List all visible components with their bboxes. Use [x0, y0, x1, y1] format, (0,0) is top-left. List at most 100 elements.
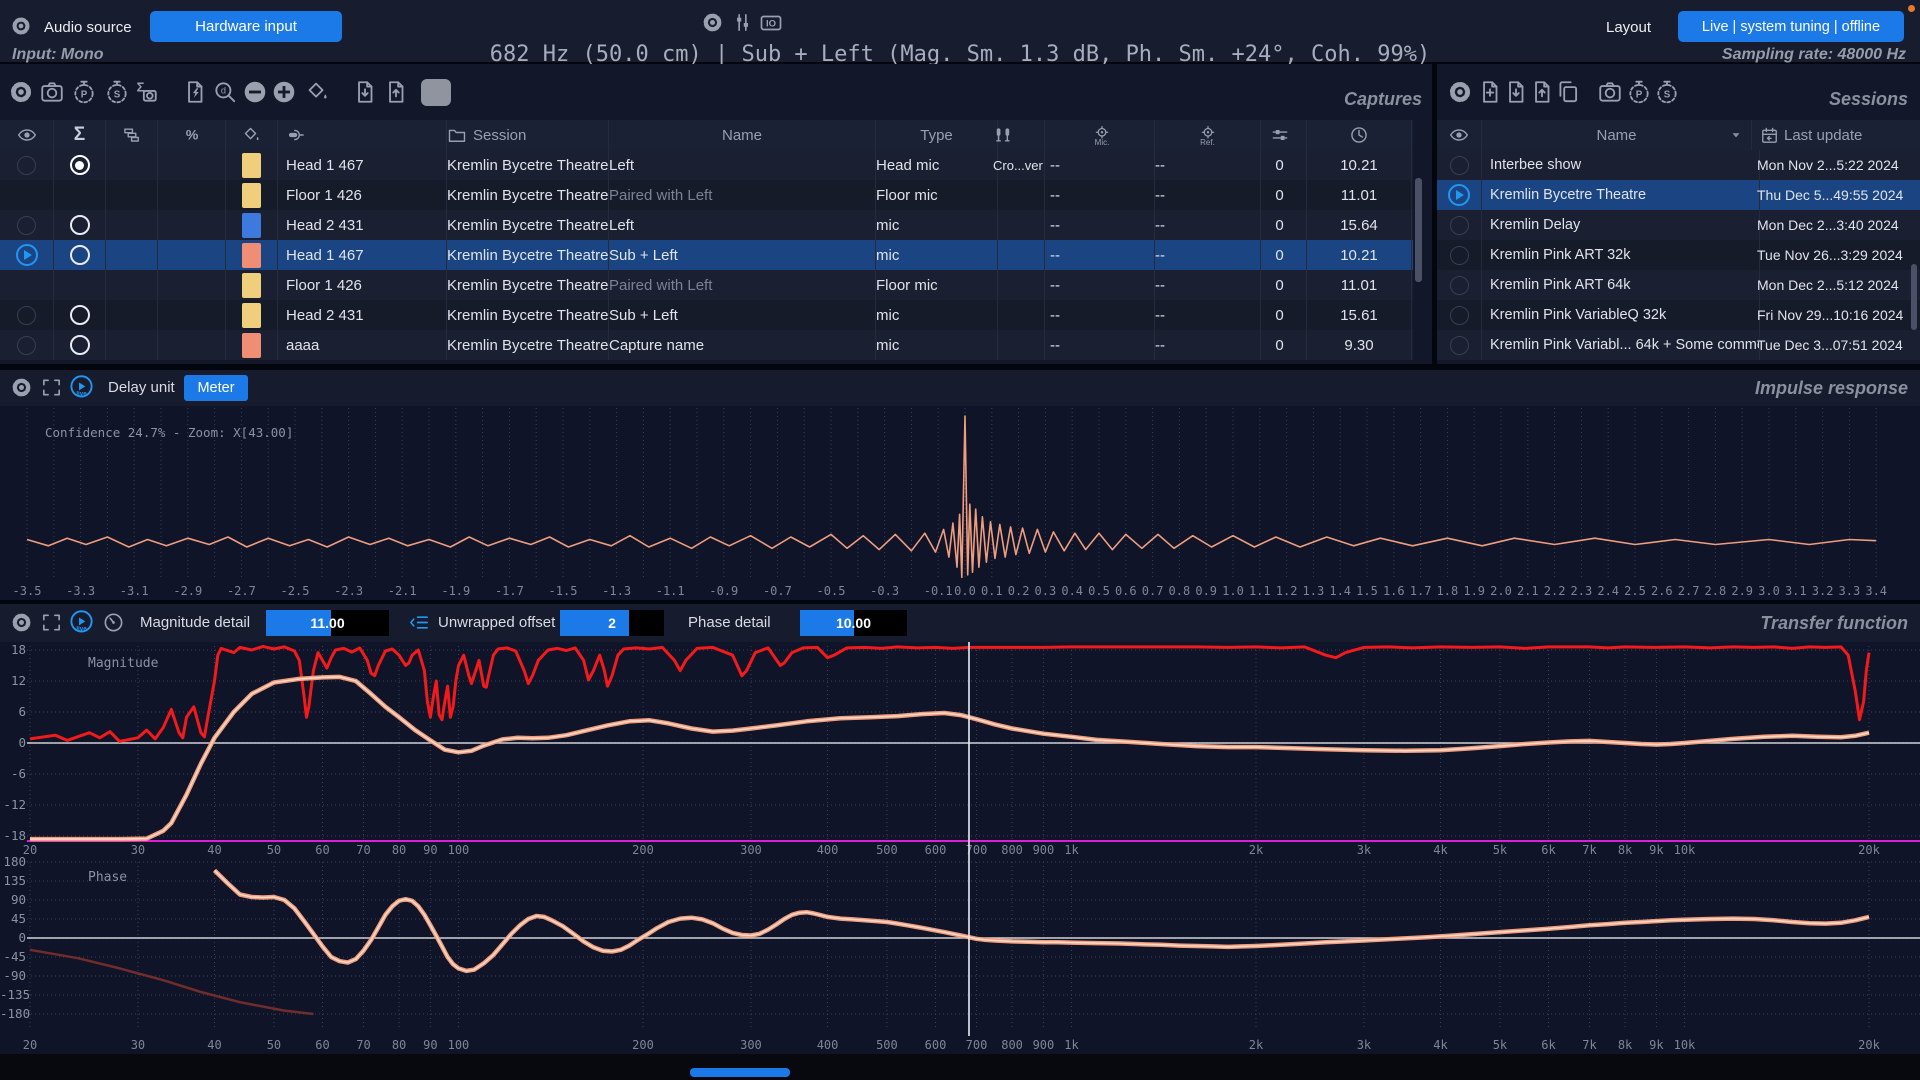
capture-row[interactable]: Head 1 467Kremlin Bycetre TheatreLeftHea…	[0, 150, 1413, 180]
session-row[interactable]: Kremlin DelayMon Dec 2...3:40 2024	[1437, 210, 1920, 240]
capture-play-button[interactable]	[16, 244, 38, 266]
capture-sum-radio[interactable]	[70, 215, 90, 235]
session-visible-radio[interactable]	[1450, 306, 1469, 325]
magnitude-plot[interactable]	[0, 642, 1920, 842]
capture-visible-radio[interactable]	[17, 306, 36, 325]
capture-row[interactable]: Head 2 431Kremlin Bycetre TheatreLeftmic…	[0, 210, 1413, 240]
captures-header-visible-eye-icon[interactable]	[0, 120, 54, 150]
captures-tool-paint-icon[interactable]	[305, 79, 331, 105]
sessions-scrollbar[interactable]	[1911, 264, 1917, 330]
phase-detail-slider[interactable]: 10.00	[800, 610, 907, 636]
capture-row[interactable]: Head 1 467Kremlin Bycetre TheatreSub + L…	[0, 240, 1413, 270]
sessions-tool-stopwatch-p-icon[interactable]: P	[1626, 79, 1652, 105]
session-visible-radio[interactable]	[1450, 336, 1469, 355]
capture-color-swatch[interactable]	[242, 213, 261, 238]
sessions-tool-stopwatch-s-icon[interactable]: S	[1654, 79, 1680, 105]
hardware-input-button[interactable]: Hardware input	[150, 11, 342, 42]
sessions-tool-file-down-icon[interactable]	[1503, 79, 1529, 105]
magnitude-detail-slider[interactable]: 11.00	[266, 610, 389, 636]
unwrapped-offset-icon[interactable]	[408, 611, 431, 634]
capture-sum-radio[interactable]	[70, 335, 90, 355]
impulse-fullscreen-icon[interactable]	[40, 376, 63, 399]
sessions-header-name[interactable]: Name	[1482, 120, 1752, 150]
captures-tool-search-d-icon[interactable]: d	[212, 79, 238, 105]
capture-row[interactable]: Floor 1 426Kremlin Bycetre TheatrePaired…	[0, 180, 1413, 210]
session-row[interactable]: Interbee showMon Nov 2...5:22 2024	[1437, 150, 1920, 180]
captures-header-type[interactable]: Type	[868, 120, 998, 150]
session-row[interactable]: Kremlin Pink ART 64kMon Dec 2...5:12 202…	[1437, 270, 1920, 300]
capture-color-swatch[interactable]	[242, 153, 261, 178]
captures-scrollbar[interactable]	[1415, 178, 1422, 282]
captures-tool-file-up-icon[interactable]	[383, 79, 409, 105]
captures-header-mic-pair-icon[interactable]	[990, 120, 1045, 150]
captures-header-mic-target-icon[interactable]: Mic.	[1042, 120, 1155, 150]
delay-unit-meter-button[interactable]: Meter	[184, 375, 248, 401]
capture-visible-radio[interactable]	[17, 216, 36, 235]
transfer-settings-gear-icon[interactable]	[10, 611, 33, 634]
color-swatch-tool[interactable]	[421, 79, 451, 106]
session-visible-radio[interactable]	[1450, 216, 1469, 235]
capture-row[interactable]: Head 2 431Kremlin Bycetre TheatreSub + L…	[0, 300, 1413, 330]
mode-button[interactable]: Live | system tuning | offline	[1678, 11, 1904, 42]
session-row[interactable]: Kremlin Pink Variabl... 64k + Some comme…	[1437, 330, 1920, 360]
session-row[interactable]: Kremlin Pink ART 32kTue Nov 26...3:29 20…	[1437, 240, 1920, 270]
bottom-scrollbar-handle[interactable]	[690, 1068, 790, 1077]
captures-header-color-icon[interactable]	[226, 120, 278, 150]
mixer-icon[interactable]	[731, 11, 754, 34]
sessions-tool-file-up-icon[interactable]	[1529, 79, 1555, 105]
capture-row[interactable]: aaaaKremlin Bycetre TheatreCapture namem…	[0, 330, 1413, 360]
capture-color-swatch[interactable]	[242, 183, 261, 208]
sessions-header-last-update[interactable]: Last update	[1752, 120, 1920, 150]
io-icon[interactable]: IO	[759, 11, 783, 35]
impulse-settings-gear-icon[interactable]	[10, 376, 33, 399]
audio-source-gear-icon[interactable]	[10, 15, 32, 37]
session-visible-radio[interactable]	[1450, 246, 1469, 265]
unwrapped-offset-slider[interactable]: 2	[560, 610, 664, 636]
session-row[interactable]: Kremlin Pink VariableQ 32kFri Nov 29...1…	[1437, 300, 1920, 330]
captures-header-gain-icon[interactable]	[1253, 120, 1307, 150]
captures-header-percent-icon[interactable]: %	[158, 120, 226, 150]
captures-tool-file-down-icon[interactable]	[352, 79, 378, 105]
capture-color-swatch[interactable]	[242, 303, 261, 328]
transfer-live-icon[interactable]: live	[68, 609, 95, 636]
capture-row[interactable]: Floor 1 426Kremlin Bycetre TheatrePaired…	[0, 270, 1413, 300]
sessions-tool-copy-icon[interactable]	[1555, 79, 1581, 105]
captures-header-session[interactable]: Session	[439, 120, 609, 150]
sessions-header-visible-eye-icon[interactable]	[1437, 120, 1482, 150]
settings-gear-icon[interactable]	[701, 11, 724, 34]
sessions-tool-gear-icon[interactable]	[1447, 79, 1473, 105]
impulse-live-icon[interactable]: live	[68, 374, 95, 401]
layout-label[interactable]: Layout	[1606, 19, 1651, 36]
captures-tool-sum-capture-icon[interactable]: Σ	[133, 79, 159, 105]
frequency-cursor-line[interactable]	[968, 642, 970, 1036]
captures-tool-minus-circle-icon[interactable]	[242, 79, 268, 105]
session-row[interactable]: Kremlin Bycetre TheatreThu Dec 5...49:55…	[1437, 180, 1920, 210]
captures-tool-stopwatch-p-icon[interactable]: P	[71, 79, 97, 105]
sessions-tool-file-plus-icon[interactable]	[1477, 79, 1503, 105]
captures-header-microphone-icon[interactable]	[278, 120, 447, 150]
phase-plot[interactable]	[0, 858, 1920, 1036]
capture-color-swatch[interactable]	[242, 273, 261, 298]
captures-header-name[interactable]: Name	[601, 120, 876, 150]
captures-header-layers-icon[interactable]	[106, 120, 158, 150]
session-visible-radio[interactable]	[1450, 276, 1469, 295]
captures-tool-camera-icon[interactable]	[39, 79, 65, 105]
sessions-tool-camera-icon[interactable]	[1597, 79, 1623, 105]
gauge-icon[interactable]	[102, 611, 125, 634]
captures-tool-plus-circle-icon[interactable]	[271, 79, 297, 105]
captures-header-sum-icon[interactable]: Σ	[54, 120, 106, 150]
session-play-button[interactable]	[1448, 184, 1470, 206]
captures-header-ref-target-icon[interactable]: Ref.	[1147, 120, 1261, 150]
capture-color-swatch[interactable]	[242, 243, 261, 268]
capture-sum-radio-checked[interactable]	[70, 155, 90, 175]
capture-sum-radio[interactable]	[70, 305, 90, 325]
transfer-fullscreen-icon[interactable]	[40, 611, 63, 634]
capture-visible-radio[interactable]	[17, 156, 36, 175]
capture-sum-radio[interactable]	[70, 245, 90, 265]
capture-color-swatch[interactable]	[242, 333, 261, 358]
captures-tool-gear-icon[interactable]	[8, 79, 34, 105]
capture-visible-radio[interactable]	[17, 336, 36, 355]
captures-tool-stopwatch-s-icon[interactable]: S	[104, 79, 130, 105]
captures-tool-file-bolt-icon[interactable]	[182, 79, 208, 105]
captures-header-delay-icon[interactable]	[1307, 120, 1412, 150]
